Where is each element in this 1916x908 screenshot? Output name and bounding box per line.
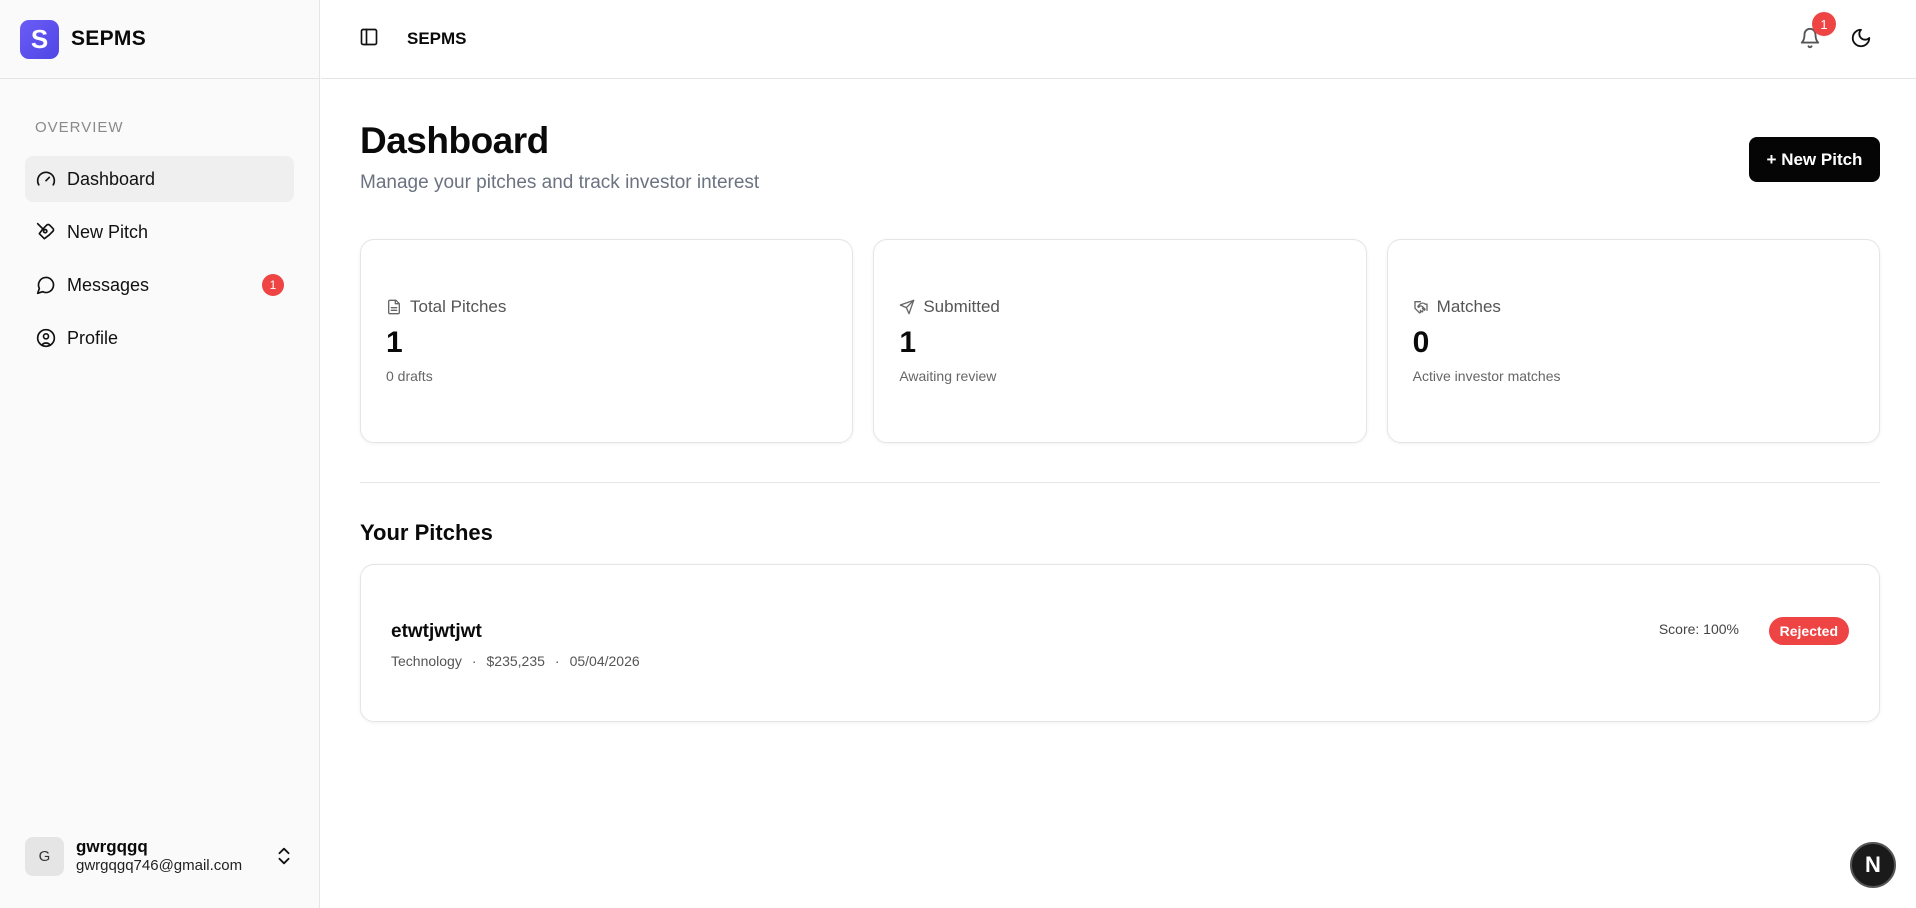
handshake-icon [1413,299,1429,315]
user-email: gwrgqgq746@gmail.com [76,857,243,875]
message-circle-icon [35,274,57,296]
page-subtitle: Manage your pitches and track investor i… [360,172,760,193]
meta-separator: · [554,653,560,669]
pitch-category: Technology [391,653,462,669]
pitch-name: etwtjwtjwt [391,621,482,642]
notification-badge: 1 [1812,12,1836,36]
brand-name: SEPMS [71,27,147,50]
chevrons-up-down-icon [273,843,295,874]
nextjs-devtools-button[interactable]: N [1850,842,1896,888]
stat-subtext: Awaiting review [899,368,997,384]
avatar: G [25,836,64,876]
page-title: Dashboard [360,120,549,161]
pitch-amount: $235,235 [486,653,545,669]
section-title: Your Pitches [360,520,493,545]
sidebar-item-label: Profile [67,327,119,348]
topbar: SEPMS 1 [321,0,1916,79]
sidebar-item-messages[interactable]: Messages 1 [25,262,294,308]
pitch-date: 05/04/2026 [569,653,640,669]
sidebar-item-label: Messages [67,274,150,295]
stat-value: 1 [899,326,917,359]
messages-badge: 1 [262,274,284,296]
pitch-meta: Technology · $235,235 · 05/04/2026 [391,653,640,669]
stat-card-matches: Matches 0 Active investor matches [1386,239,1880,443]
file-icon [386,299,402,315]
pitch-score: Score: 100% [1658,621,1739,637]
page-header-title: SEPMS [407,29,467,48]
sidebar-nav: Dashboard New Pitch Messages 1 Profile [25,156,294,361]
stat-label: Total Pitches [410,297,507,316]
gauge-icon [35,168,57,190]
moon-icon[interactable] [1850,27,1872,54]
sidebar: S SEPMS OVERVIEW Dashboard New Pitch Mes… [0,0,320,908]
section-label: OVERVIEW [35,119,124,136]
stat-value: 0 [1412,326,1430,359]
stats-row: Total Pitches 1 0 drafts Submitted 1 Awa… [360,239,1880,443]
pitch-card[interactable]: etwtjwtjwt Technology · $235,235 · 05/04… [360,564,1880,722]
sidebar-item-label: Dashboard [67,168,156,189]
sidebar-section-overview: OVERVIEW Dashboard New Pitch Messages 1 [0,79,319,361]
stat-value: 1 [386,326,403,359]
sidebar-toggle-button[interactable] [355,25,383,53]
user-circle-icon [35,327,57,349]
user-name: gwrgqgq [76,836,148,856]
pen-tool-icon [35,221,57,243]
stat-header: Submitted [899,297,1000,317]
stat-label: Submitted [923,297,1000,316]
meta-separator: · [471,653,477,669]
stat-card-total-pitches: Total Pitches 1 0 drafts [360,239,854,443]
sidebar-item-profile[interactable]: Profile [25,315,294,361]
section-divider [360,482,1880,483]
send-icon [899,299,915,315]
app-logo[interactable]: S [20,19,59,59]
user-info: gwrgqgq gwrgqgq746@gmail.com [76,837,242,875]
panel-left-icon [359,27,379,52]
new-pitch-button[interactable]: + New Pitch [1749,137,1880,182]
stat-card-submitted: Submitted 1 Awaiting review [873,239,1367,443]
sidebar-item-label: New Pitch [67,221,149,242]
status-badge: Rejected [1768,617,1849,645]
sidebar-item-new-pitch[interactable]: New Pitch [25,209,294,255]
sidebar-item-dashboard[interactable]: Dashboard [25,156,294,202]
stat-label: Matches [1436,297,1501,316]
stat-subtext: 0 drafts [386,368,433,384]
stat-subtext: Active investor matches [1412,368,1561,384]
sidebar-header: S SEPMS [0,0,319,79]
stat-header: Total Pitches [386,297,506,317]
stat-header: Matches [1413,297,1501,317]
user-menu[interactable]: G gwrgqgq gwrgqgq746@gmail.com [25,831,295,881]
